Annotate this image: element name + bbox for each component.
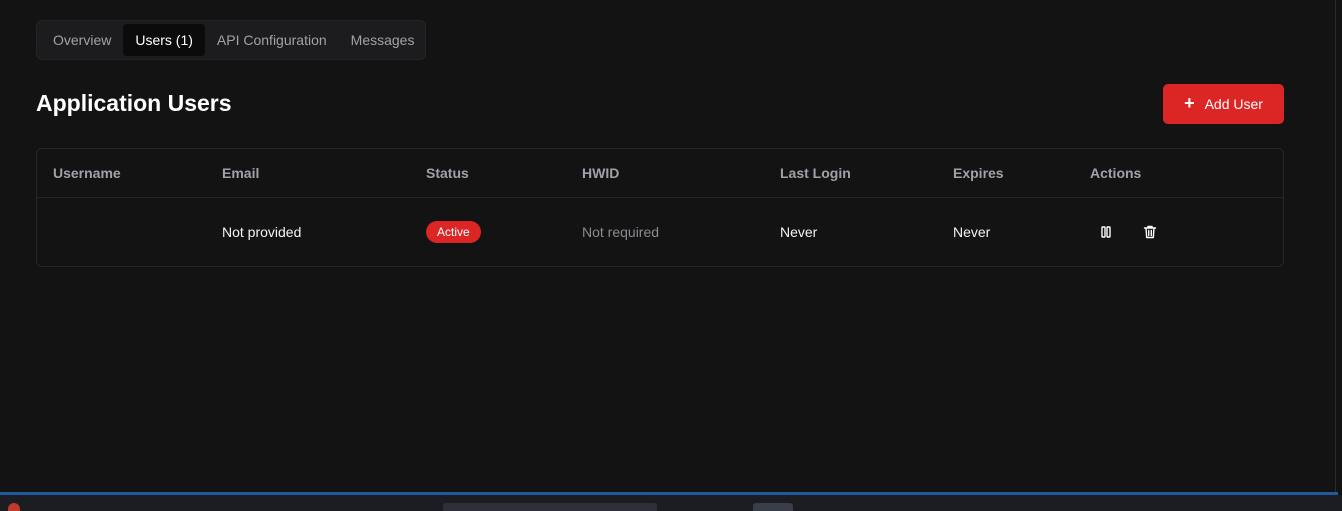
- pause-user-button[interactable]: [1090, 216, 1122, 248]
- cell-email: Not provided: [222, 224, 302, 240]
- header-last-login: Last Login: [780, 165, 851, 181]
- add-user-button[interactable]: + Add User: [1163, 84, 1284, 124]
- status-badge: Active: [426, 221, 481, 243]
- header-email: Email: [222, 165, 260, 181]
- cell-status: Active: [426, 198, 481, 266]
- users-table: Username Email Status HWID Last Login Ex…: [36, 148, 1284, 267]
- taskbar-app[interactable]: [753, 503, 793, 511]
- plus-icon: +: [1184, 93, 1195, 113]
- pause-icon: [1101, 226, 1111, 238]
- header-expires: Expires: [953, 165, 1004, 181]
- tab-users[interactable]: Users (1): [123, 24, 205, 56]
- delete-user-button[interactable]: [1134, 216, 1166, 248]
- tab-api-configuration[interactable]: API Configuration: [205, 24, 339, 56]
- table-header: Username Email Status HWID Last Login Ex…: [37, 149, 1283, 198]
- taskbar: [0, 495, 1342, 511]
- cell-expires: Never: [953, 224, 991, 240]
- page-title: Application Users: [36, 90, 232, 116]
- cell-last-login: Never: [780, 224, 818, 240]
- add-user-label: Add User: [1204, 96, 1263, 112]
- tab-messages[interactable]: Messages: [339, 24, 427, 56]
- header-username: Username: [53, 165, 121, 181]
- taskbar-search[interactable]: [443, 503, 657, 511]
- header-status: Status: [426, 165, 469, 181]
- weather-icon: [8, 503, 20, 511]
- tab-overview[interactable]: Overview: [41, 24, 123, 56]
- table-row: Not provided Active Not required Never N…: [37, 198, 1283, 266]
- cell-hwid: Not required: [582, 224, 660, 240]
- tab-bar: Overview Users (1) API Configuration Mes…: [36, 20, 426, 60]
- cell-actions: [1090, 198, 1166, 266]
- header-hwid: HWID: [582, 165, 620, 181]
- header-actions: Actions: [1090, 165, 1142, 181]
- app-window: Overview Users (1) API Configuration Mes…: [0, 0, 1336, 492]
- trash-icon: [1143, 225, 1157, 239]
